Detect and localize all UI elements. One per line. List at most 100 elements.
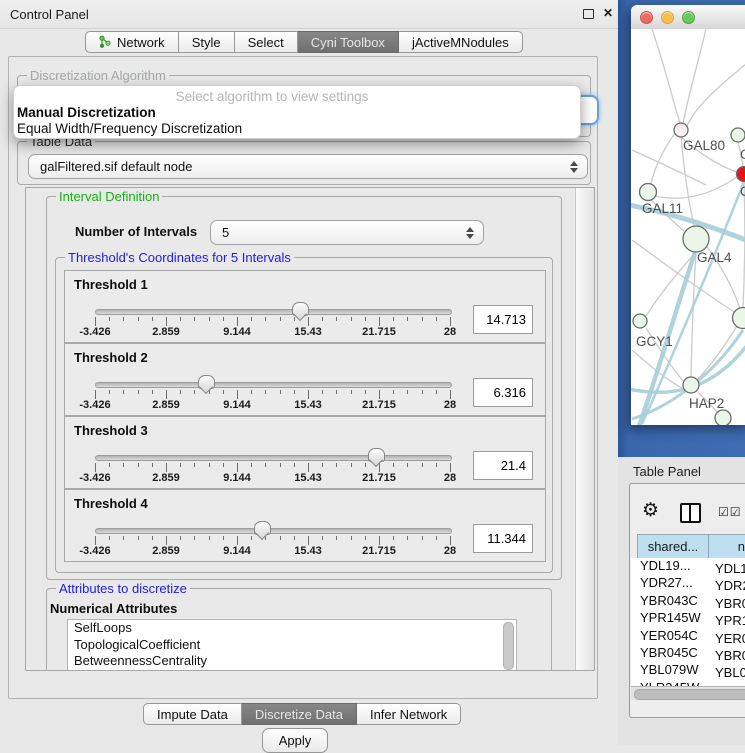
column-header-name[interactable]: name [708,534,745,559]
table-row[interactable]: YDR27...YDR2 [631,575,745,592]
table-row[interactable]: YBR043CYBR0 [631,593,745,610]
tick-mark [138,317,139,321]
node-gal4[interactable] [683,226,709,252]
slider-thumb[interactable] [368,448,385,462]
scale-label: 21.715 [362,472,396,484]
minimize-traffic-light-icon[interactable] [661,11,674,24]
node-h-partial[interactable] [733,308,745,329]
node-gal80[interactable] [674,123,688,137]
tick-mark [294,390,295,394]
table-row[interactable]: YBR045CYBR0 [631,645,745,662]
tick-mark [152,317,153,321]
number-of-intervals-combobox[interactable]: 5 [210,220,484,245]
tick-mark [209,463,210,467]
cell-name: YER0 [712,631,745,646]
tick-mark [251,536,252,540]
tab-jactivemnodules[interactable]: jActiveMNodules [399,31,523,53]
tick-mark [407,317,408,321]
tick-mark [351,317,352,321]
scale-label: 28 [444,399,456,411]
tick-mark [265,463,266,467]
tick-mark [265,390,266,394]
tab-style[interactable]: Style [179,31,235,53]
table-row[interactable]: YDL19...YDL1 [631,558,745,575]
threshold-value-field[interactable]: 6.316 [473,378,533,407]
threshold-slider[interactable]: -3.4262.8599.14415.4321.71528 [95,377,450,413]
cell-name: YBL0 [712,665,745,680]
slider-thumb[interactable] [292,302,309,316]
threshold-slider[interactable]: -3.4262.8599.14415.4321.71528 [95,304,450,340]
float-window-icon[interactable] [583,9,594,19]
table-row[interactable]: YBL079WYBL0 [631,662,745,679]
threshold-slider[interactable]: -3.4262.8599.14415.4321.71528 [95,450,450,486]
tick-mark [322,390,323,394]
list-item[interactable]: SelfLoops [68,620,516,637]
dropdown-item-manual-discretization[interactable]: Manual Discretization [14,105,583,120]
close-icon[interactable]: ✕ [603,6,613,20]
threshold-label: Threshold 4 [74,496,148,511]
dropdown-item-equal-width-frequency[interactable]: Equal Width/Frequency Discretization [14,121,583,136]
network-canvas[interactable]: GAL80 GA C GAL11 GAL4 GCY1 H HAP2 [631,29,745,425]
tab-infer-network[interactable]: Infer Network [357,703,461,725]
tick-mark [351,463,352,467]
tab-discretize-data[interactable]: Discretize Data [242,703,357,725]
tick-mark [422,390,423,394]
cell-name: YBR0 [712,648,745,663]
table-row[interactable]: YPR145WYPR1 [631,610,745,627]
horizontal-scrollbar-thumb[interactable] [634,689,745,700]
tab-label: Network [117,35,165,50]
apply-button[interactable]: Apply [262,728,328,753]
slider-thumb[interactable] [198,375,215,389]
threshold-value-field[interactable]: 11.344 [473,524,533,553]
slider-thumb[interactable] [254,521,271,535]
numerical-attributes-list[interactable]: SelfLoopsTopologicalCoefficientBetweenne… [67,619,517,671]
threshold-slider[interactable]: -3.4262.8599.14415.4321.71528 [95,523,450,559]
close-traffic-light-icon[interactable] [640,11,653,24]
tick-mark [336,463,337,467]
panel-title: Control Panel [10,7,89,22]
zoom-traffic-light-icon[interactable] [682,11,695,24]
node-red-selected[interactable] [737,167,745,182]
scrollbar-track[interactable] [575,188,594,670]
columns-icon[interactable] [680,503,701,523]
tick-mark [322,463,323,467]
threshold-value-field[interactable]: 14.713 [473,305,533,334]
list-item[interactable]: TopologicalCoefficient [68,637,516,654]
tick-mark [393,390,394,394]
tab-network[interactable]: Network [85,31,179,53]
horizontal-scrollbar[interactable] [631,686,745,700]
svg-text:GAL80: GAL80 [683,138,725,153]
slider-scale-labels: -3.4262.8599.14415.4321.71528 [95,472,450,484]
tab-cyni-toolbox[interactable]: Cyni Toolbox [298,31,399,53]
tab-impute-data[interactable]: Impute Data [143,703,242,725]
scale-label: 28 [444,545,456,557]
gear-icon[interactable]: ⚙ [642,501,659,520]
node-bottom[interactable] [715,410,731,425]
svg-text:GAL11: GAL11 [642,201,683,216]
table-data-combobox[interactable]: galFiltered.sif default node [28,154,588,179]
tick-mark [123,463,124,467]
list-scrollbar[interactable] [503,622,514,670]
checkbox-icons[interactable]: ☑☑ [718,505,742,519]
node-hap2[interactable] [683,377,699,393]
node-gal11[interactable] [640,184,657,201]
group-title-thresholds-coordinates: Threshold's Coordinates for 5 Intervals [65,250,294,265]
tick-mark [322,317,323,321]
node-gcy1[interactable] [633,314,647,328]
desktop-background: GAL80 GA C GAL11 GAL4 GCY1 H HAP2 [618,0,745,457]
tab-label: Discretize Data [255,707,343,722]
tick-mark [379,536,380,545]
table-row[interactable]: YER054CYER0 [631,628,745,645]
list-item[interactable]: BetweennessCentrality [68,653,516,670]
tick-mark [194,536,195,540]
tab-select[interactable]: Select [235,31,298,53]
tick-mark [379,463,380,472]
threshold-value-field[interactable]: 21.4 [473,451,533,480]
cell-shared-name: YDR27... [631,575,712,590]
tick-mark [351,390,352,394]
node-gal-partial[interactable] [731,128,745,142]
cell-name: YBR0 [712,596,745,611]
column-header-shared-name[interactable]: shared... [637,534,709,559]
svg-text:GCY1: GCY1 [636,334,673,349]
tick-mark [138,536,139,540]
